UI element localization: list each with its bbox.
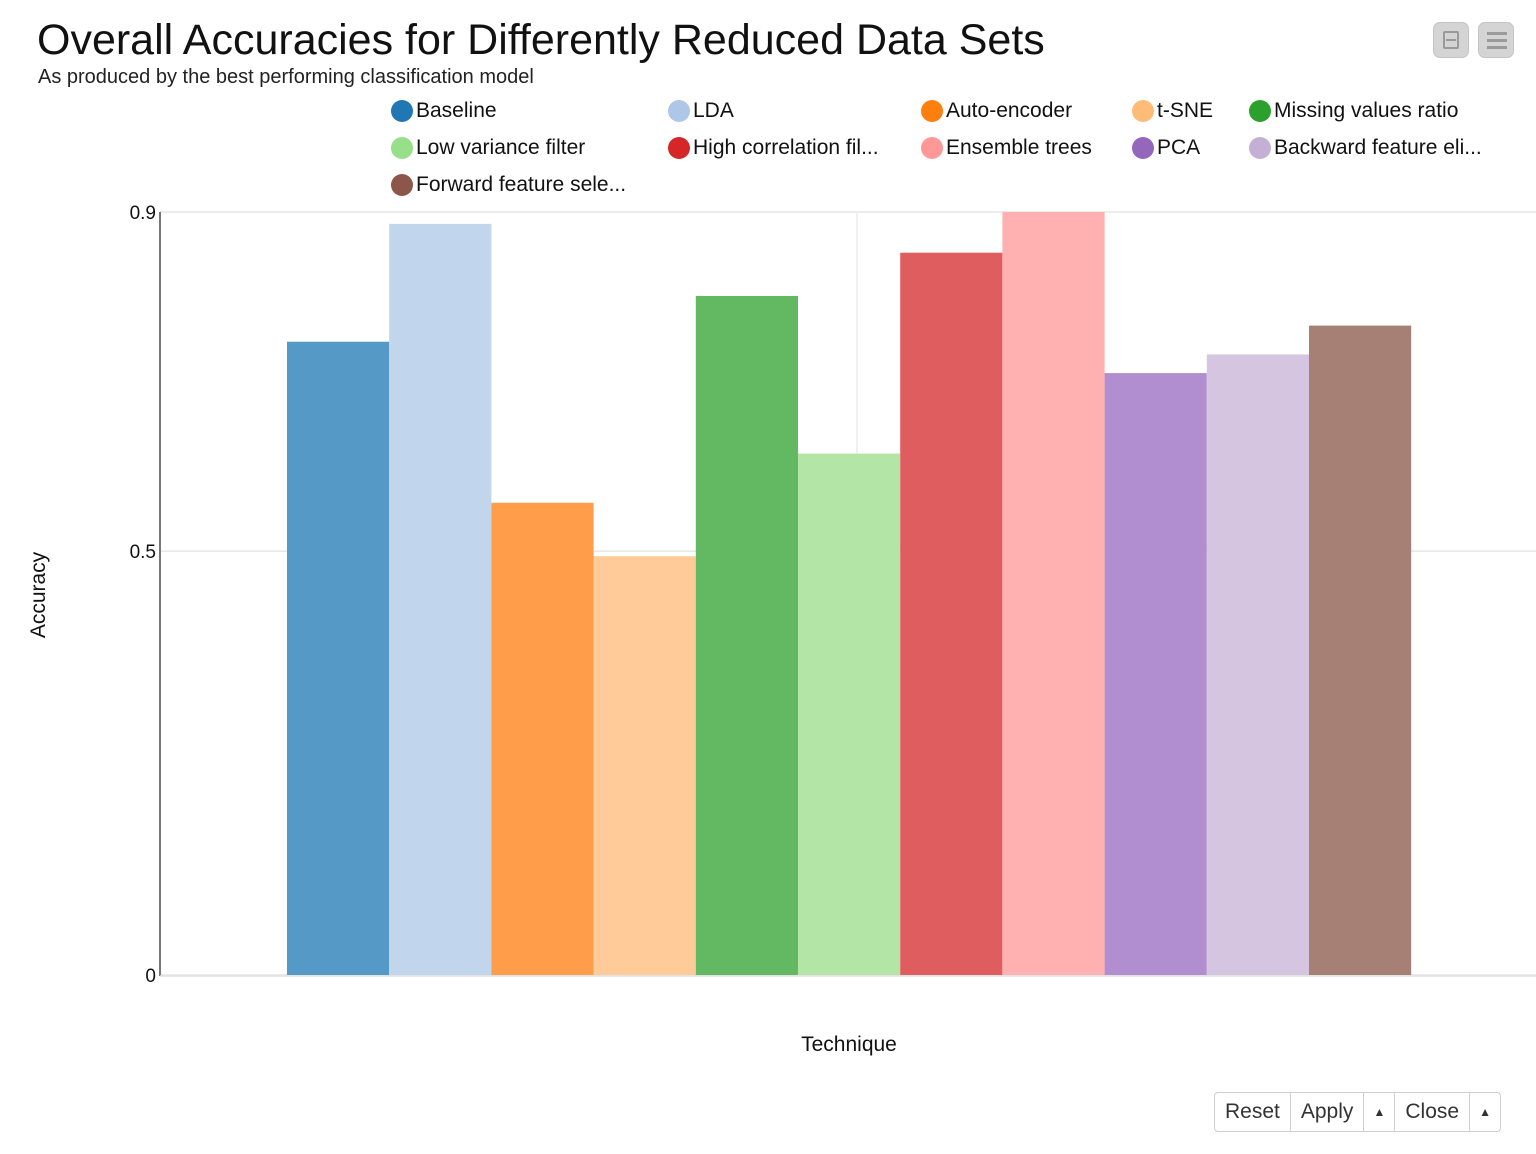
bar[interactable] xyxy=(1206,354,1309,976)
apply-dropdown-caret-icon[interactable]: ▲ xyxy=(1364,1093,1396,1131)
bar[interactable] xyxy=(593,556,696,975)
apply-button[interactable]: Apply xyxy=(1291,1093,1365,1131)
bar[interactable] xyxy=(287,341,390,976)
reset-button[interactable]: Reset xyxy=(1215,1093,1291,1131)
bar[interactable] xyxy=(1002,212,1105,975)
bar[interactable] xyxy=(798,453,901,975)
y-tick-label: 0 xyxy=(145,966,156,987)
bar[interactable] xyxy=(1104,373,1207,976)
x-axis-label: Technique xyxy=(801,1033,897,1056)
bar[interactable] xyxy=(1309,325,1412,975)
bar[interactable] xyxy=(389,223,492,975)
bar[interactable] xyxy=(900,252,1003,975)
bar[interactable] xyxy=(491,502,594,975)
bar[interactable] xyxy=(695,295,798,975)
bar-chart: 0 0.5 0.9 Accuracy Technique xyxy=(27,203,1536,1056)
y-axis-label: Accuracy xyxy=(27,551,50,638)
close-button[interactable]: Close xyxy=(1395,1093,1471,1131)
close-dropdown-caret-icon[interactable]: ▲ xyxy=(1470,1093,1500,1131)
y-tick-label: 0.5 xyxy=(130,542,156,563)
dialog-button-group: Reset Apply ▲ Close ▲ xyxy=(1214,1092,1502,1132)
y-tick-label: 0.9 xyxy=(130,203,156,224)
